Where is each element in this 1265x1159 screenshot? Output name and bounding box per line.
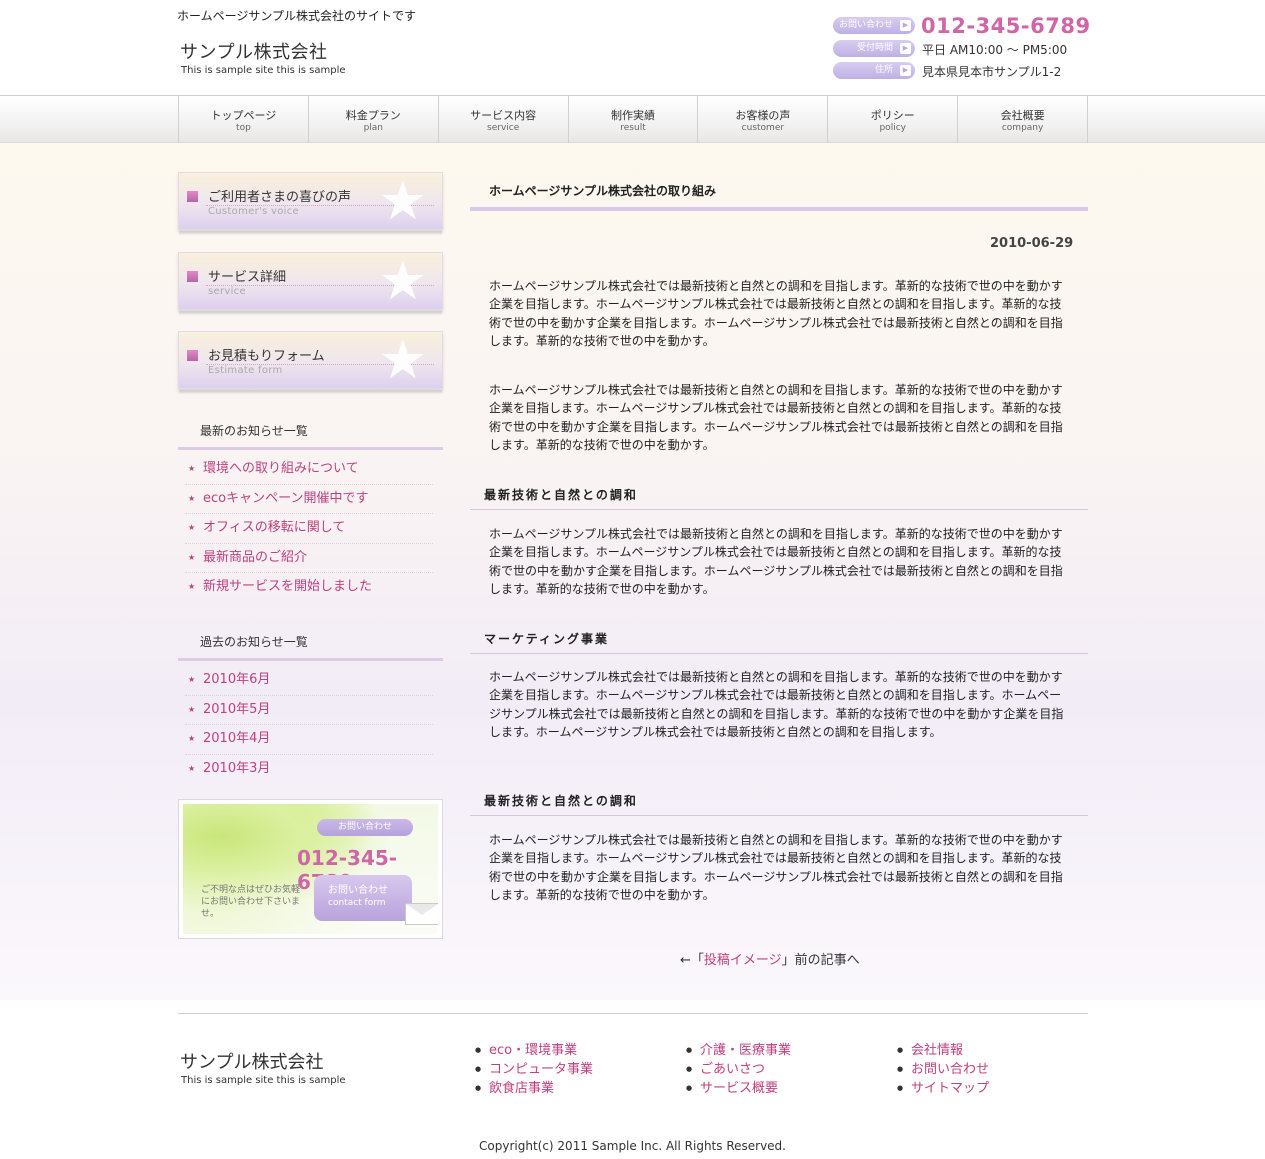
banner-subtitle: Customer's voice: [208, 206, 299, 217]
divider: [470, 207, 1088, 211]
list-item[interactable]: 2010年5月: [185, 696, 433, 725]
nav-item-top[interactable]: トップページ top: [179, 96, 309, 143]
footer-link[interactable]: サイトマップ: [897, 1079, 989, 1098]
divider: [178, 1013, 1088, 1014]
footer-links-col3: 会社情報 お問い合わせ サイトマップ: [897, 1041, 989, 1098]
divider: [178, 658, 443, 661]
nav-item-plan[interactable]: 料金プラン plan: [309, 96, 439, 143]
nav-item-customer[interactable]: お客様の声 customer: [698, 96, 829, 143]
list-item[interactable]: 2010年3月: [185, 755, 433, 785]
banner-title: サービス詳細: [208, 270, 287, 285]
divider: [470, 509, 1088, 510]
list-item[interactable]: 最新商品のご紹介: [185, 544, 433, 573]
list-item[interactable]: 2010年4月: [185, 725, 433, 755]
square-bullet-icon: [187, 350, 198, 361]
past-news-list: 2010年6月 2010年5月 2010年4月 2010年3月: [185, 666, 433, 784]
square-bullet-icon: [187, 191, 198, 202]
divider: [178, 447, 443, 450]
banner-title: ご利用者さまの喜びの声: [208, 190, 352, 205]
copyright: Copyright(c) 2011 Sample Inc. All Rights…: [479, 1139, 786, 1153]
past-news-heading: 過去のお知らせ一覧: [200, 635, 308, 649]
post-date: 2010-06-29: [990, 236, 1074, 251]
banner-service[interactable]: サービス詳細 service ★: [178, 249, 443, 315]
banner-title: お見積もりフォーム: [208, 349, 325, 364]
section-heading: マーケティング事業: [484, 632, 610, 646]
footer-link[interactable]: サービス概要: [686, 1079, 791, 1098]
footer-link[interactable]: ごあいさつ: [686, 1060, 791, 1079]
body-paragraph: ホームページサンプル株式会社では最新技術と自然との調和を目指します。革新的な技術…: [489, 527, 1063, 596]
banner-subtitle: Estimate form: [208, 365, 283, 376]
contact-form-button[interactable]: お問い合わせ contact form: [314, 875, 412, 921]
header-address-value: 見本県見本市サンプル1-2: [922, 65, 1062, 79]
page-title: ホームページサンプル株式会社の取り組み: [489, 184, 717, 198]
latest-news-list: 環境への取り組みについて ecoキャンペーン開催中です オフィスの移転に関して …: [185, 455, 433, 603]
nav-item-company[interactable]: 会社概要 company: [958, 96, 1089, 143]
list-item[interactable]: オフィスの移転に関して: [185, 514, 433, 544]
banner-estimate-form[interactable]: お見積もりフォーム Estimate form ★: [178, 328, 443, 394]
footer-link[interactable]: 介護・医療事業: [686, 1041, 791, 1060]
latest-news-heading: 最新のお知らせ一覧: [200, 424, 308, 438]
site-header: ホームページサンプル株式会社のサイトです サンプル株式会社 This is sa…: [0, 0, 1265, 96]
arrow-right-icon: ▶: [900, 20, 911, 31]
nav-item-service[interactable]: サービス内容 service: [439, 96, 569, 143]
body-paragraph: ホームページサンプル株式会社では最新技術と自然との調和を目指します。革新的な技術…: [489, 833, 1063, 902]
footer-logo[interactable]: サンプル株式会社: [180, 1048, 323, 1074]
divider: [470, 815, 1088, 816]
body-paragraph: ホームページサンプル株式会社では最新技術と自然との調和を目指します。革新的な技術…: [489, 383, 1063, 452]
body-paragraph: ホームページサンプル株式会社では最新技術と自然との調和を目指します。革新的な技術…: [489, 670, 1064, 739]
body-paragraph: ホームページサンプル株式会社では最新技術と自然との調和を目指します。革新的な技術…: [489, 279, 1063, 348]
footer-links-col1: eco・環境事業 コンピュータ事業 飲食店事業: [475, 1041, 593, 1098]
contact-note: ご不明な点はぜひお気軽にお問い合わせ下さいませ。: [201, 885, 301, 919]
footer-link[interactable]: 飲食店事業: [475, 1079, 593, 1098]
star-icon: ★: [378, 169, 427, 232]
square-bullet-icon: [187, 271, 198, 282]
global-nav: トップページ top 料金プラン plan サービス内容 service 制作実績 re…: [0, 95, 1265, 143]
section-heading: 最新技術と自然との調和: [484, 794, 638, 808]
footer-link[interactable]: eco・環境事業: [475, 1041, 593, 1060]
star-icon: ★: [378, 249, 427, 312]
banner-customer-voice[interactable]: ご利用者さまの喜びの声 Customer's voice ★: [178, 169, 443, 235]
prev-post-nav: ←「投稿イメージ」前の記事へ: [680, 953, 860, 968]
prev-post-link[interactable]: 投稿イメージ: [704, 953, 782, 968]
header-hours-value: 平日 AM10:00 ～ PM5:00: [922, 43, 1068, 57]
footer-links-col2: 介護・医療事業 ごあいさつ サービス概要: [686, 1041, 791, 1098]
divider: [470, 653, 1088, 654]
banner-subtitle: service: [208, 286, 246, 297]
header-phone-number[interactable]: 012-345-6789: [921, 14, 1091, 38]
arrow-right-icon: ▶: [900, 43, 911, 54]
nav-item-result[interactable]: 制作実績 result: [569, 96, 699, 143]
footer-logo-subtitle: This is sample site this is sample: [181, 1075, 346, 1086]
list-item[interactable]: ecoキャンペーン開催中です: [185, 485, 433, 514]
star-icon: ★: [378, 328, 427, 391]
sidebar-contact-box: お問い合わせ 012-345-6789 ご不明な点はぜひお気軽にお問い合わせ下さ…: [178, 799, 443, 939]
contact-badge: お問い合わせ: [317, 819, 413, 836]
footer-link[interactable]: 会社情報: [897, 1041, 989, 1060]
list-item[interactable]: 環境への取り組みについて: [185, 455, 433, 485]
site-tagline: ホームページサンプル株式会社のサイトです: [177, 9, 417, 23]
site-logo-subtitle: This is sample site this is sample: [181, 65, 346, 76]
footer-link[interactable]: コンピュータ事業: [475, 1060, 593, 1079]
list-item[interactable]: 新規サービスを開始しました: [185, 573, 433, 603]
hours-label-badge: 受付時間 ▶: [833, 40, 915, 57]
contact-label-badge: お問い合わせ ▶: [833, 17, 915, 34]
list-item[interactable]: 2010年6月: [185, 666, 433, 696]
section-heading: 最新技術と自然との調和: [484, 488, 638, 502]
nav-item-policy[interactable]: ポリシー policy: [828, 96, 959, 143]
envelope-icon: [405, 903, 438, 925]
address-label-badge: 住所 ▶: [833, 62, 915, 79]
footer-link[interactable]: お問い合わせ: [897, 1060, 989, 1079]
site-logo[interactable]: サンプル株式会社: [180, 38, 327, 64]
arrow-right-icon: ▶: [900, 65, 911, 76]
